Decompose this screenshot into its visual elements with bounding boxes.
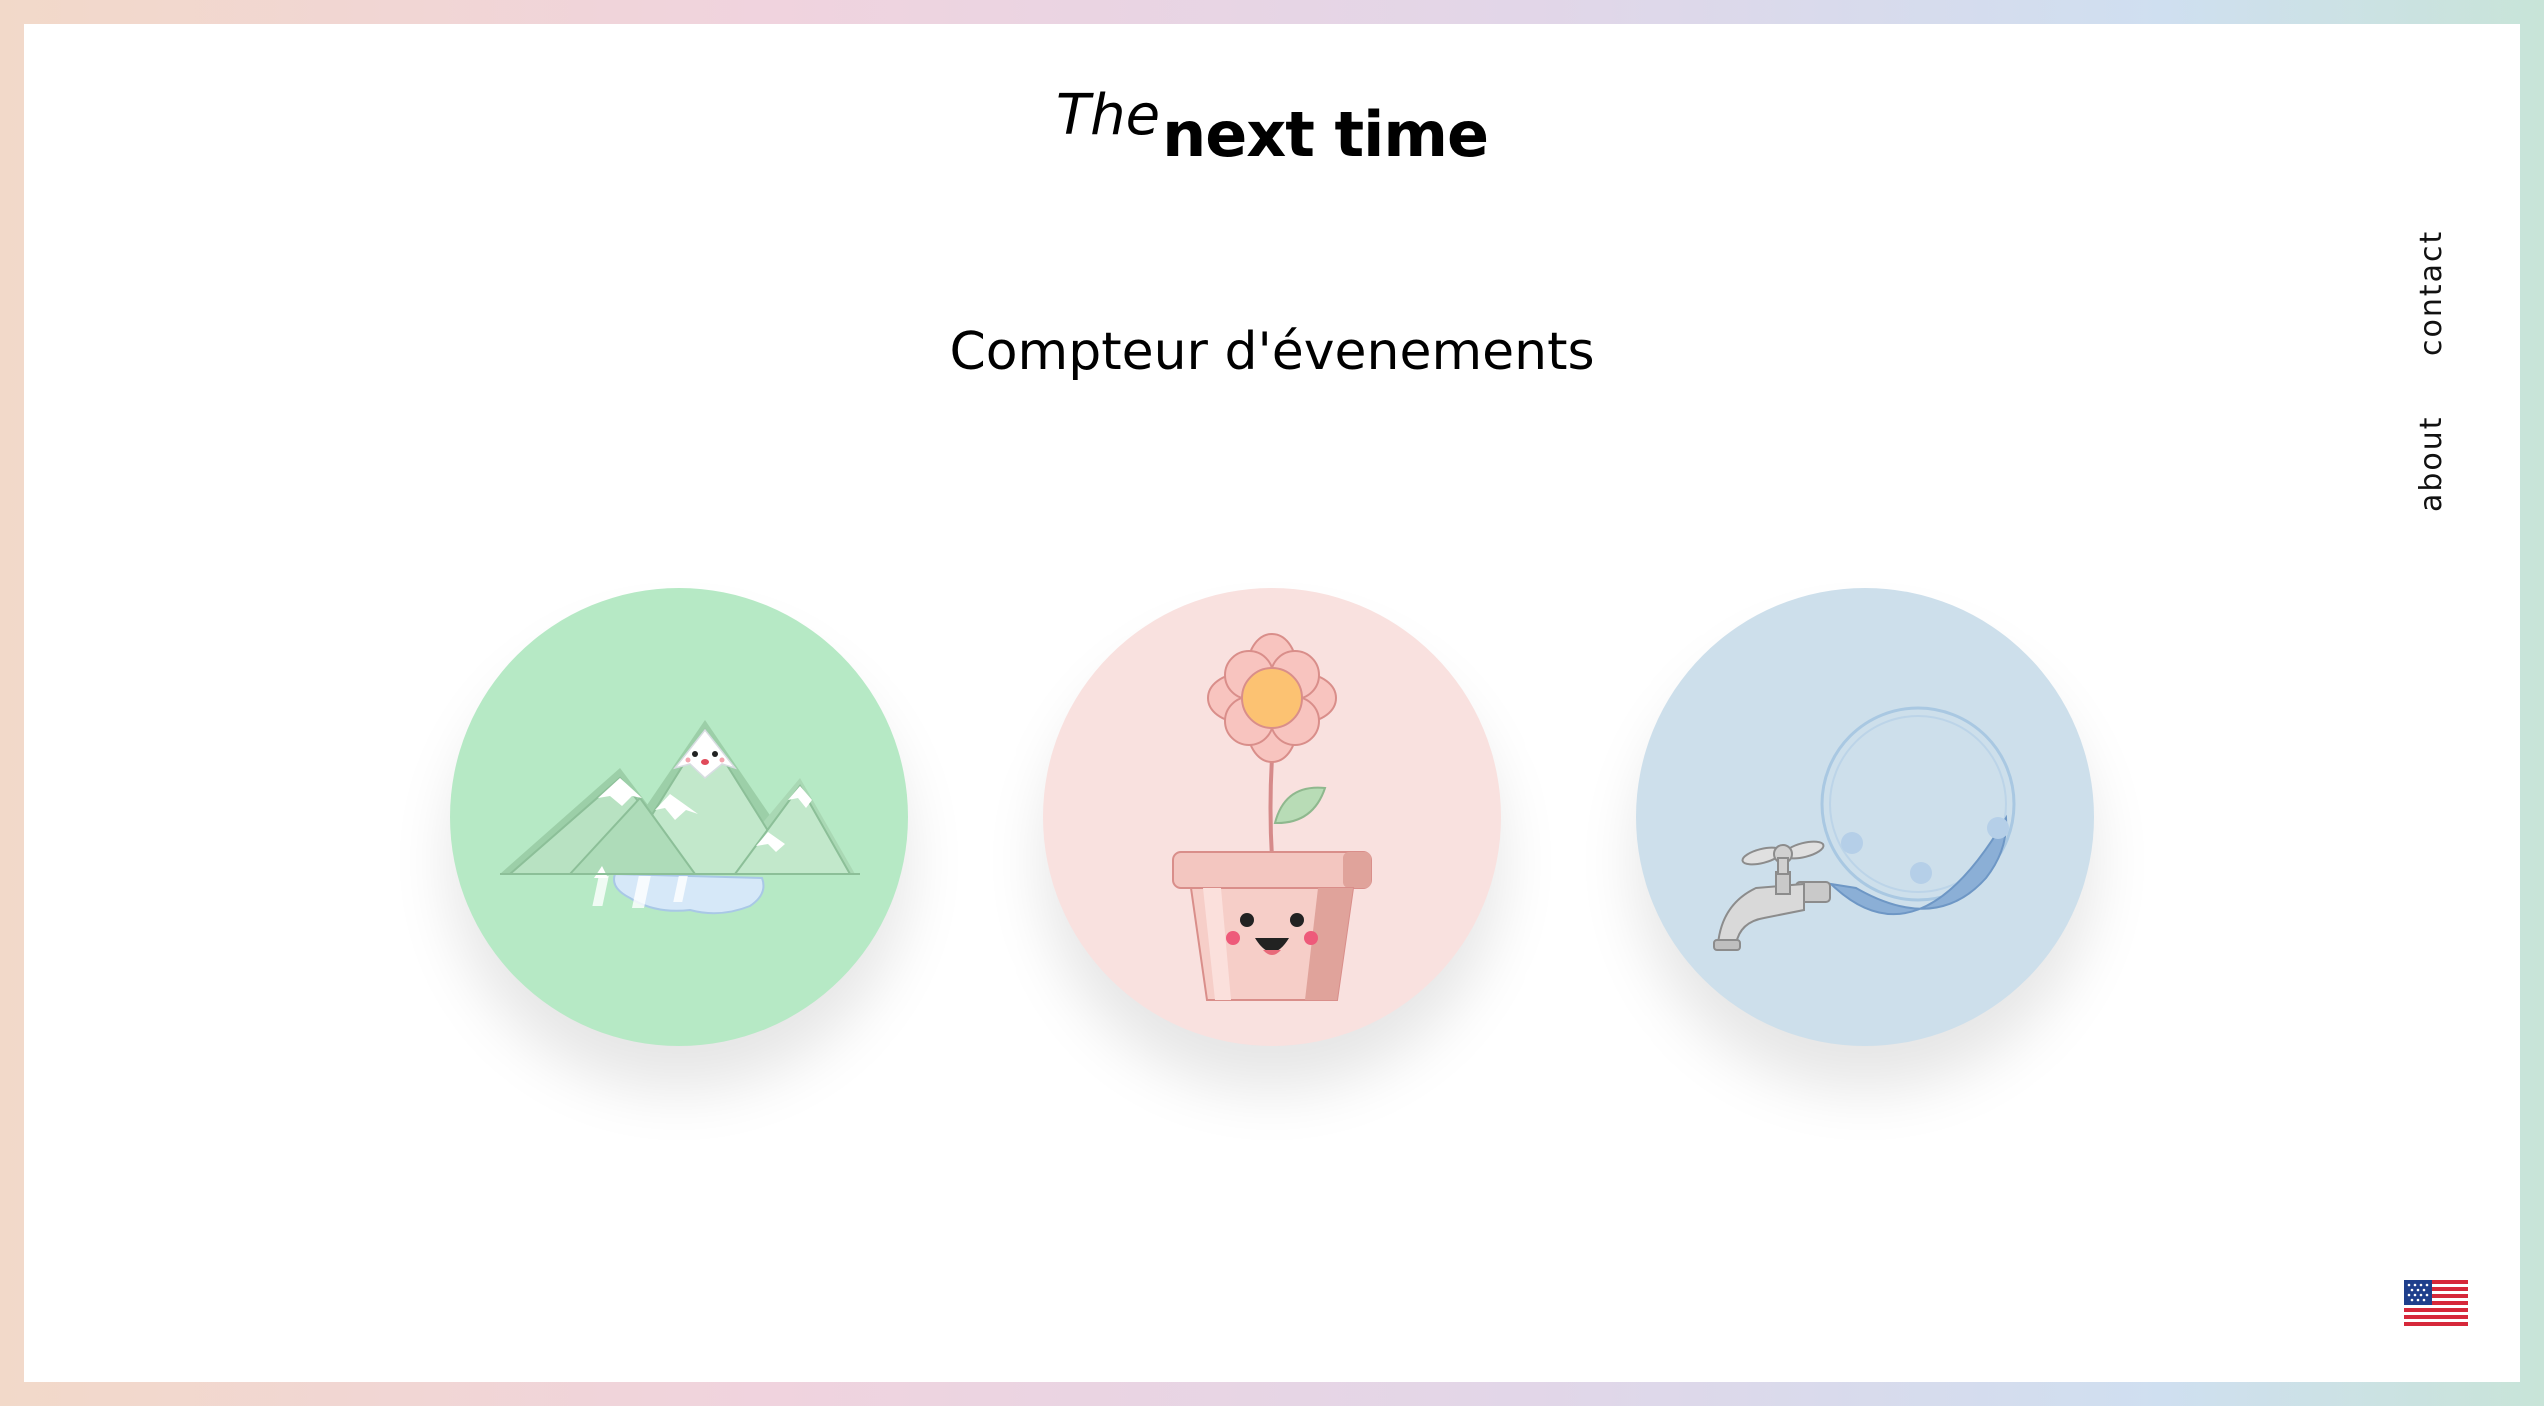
us-flag-icon bbox=[2404, 1280, 2468, 1326]
mountain-lake-icon bbox=[500, 720, 860, 915]
water-tap-icon bbox=[1713, 706, 2016, 951]
page-title: Compteur d'évenements bbox=[949, 322, 1595, 382]
logo-name: next time bbox=[1162, 98, 1489, 171]
page-frame: Thenext time Compteur d'évenements conta… bbox=[24, 24, 2520, 1382]
nav-about-link[interactable]: about bbox=[2414, 415, 2449, 512]
water-event-card[interactable] bbox=[1636, 588, 2094, 1046]
language-switch-button[interactable] bbox=[2404, 1280, 2468, 1326]
nav-contact-link[interactable]: contact bbox=[2414, 230, 2449, 356]
flower-event-card[interactable] bbox=[1043, 588, 1501, 1046]
flower-pot-icon bbox=[1172, 633, 1372, 1001]
site-logo[interactable]: Thenext time bbox=[24, 88, 2520, 166]
logo-prefix: The bbox=[1055, 83, 1161, 148]
mountain-event-card[interactable] bbox=[450, 588, 908, 1046]
side-navigation: contact about bbox=[2414, 212, 2454, 512]
